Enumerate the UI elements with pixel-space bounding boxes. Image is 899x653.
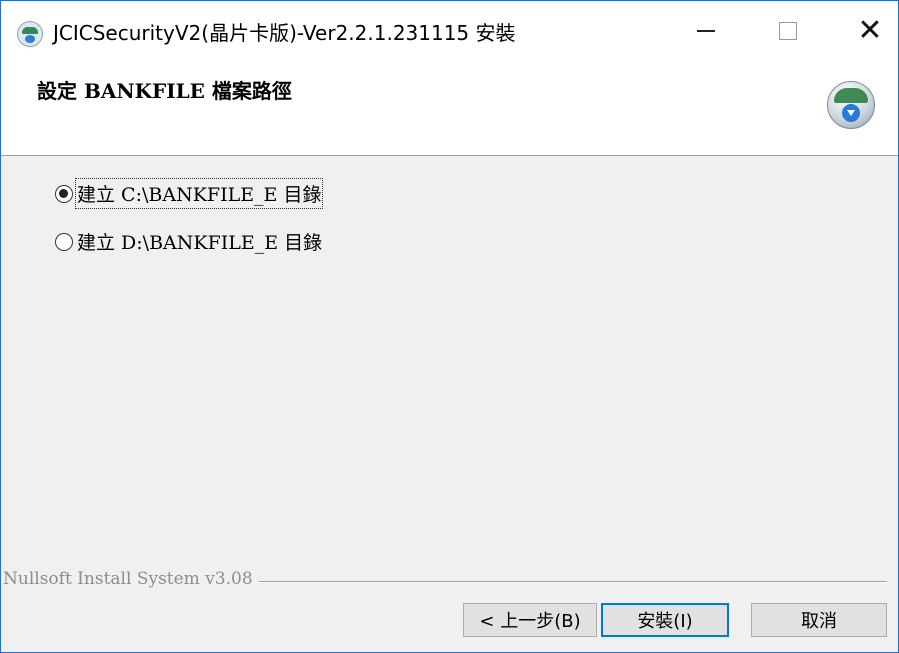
page-header: 設定 BANKFILE 檔案路徑 [1,57,898,156]
close-button[interactable]: ✕ [840,5,898,57]
option-c-drive[interactable]: 建立 C:\BANKFILE_E 目錄 [55,178,324,209]
page-title: 設定 BANKFILE 檔案路徑 [37,79,292,103]
title-bar[interactable]: JCICSecurityV2(晶片卡版)-Ver2.2.1.231115 安裝 … [1,1,898,57]
option-d-drive[interactable]: 建立 D:\BANKFILE_E 目錄 [55,228,322,255]
option-c-label[interactable]: 建立 C:\BANKFILE_E 目錄 [74,178,324,209]
window-title: JCICSecurityV2(晶片卡版)-Ver2.2.1.231115 安裝 [53,21,516,45]
app-icon [17,21,43,47]
maximize-icon [779,22,797,40]
maximize-button[interactable] [758,5,818,57]
installer-window: JCICSecurityV2(晶片卡版)-Ver2.2.1.231115 安裝 … [0,0,899,653]
installer-icon [827,81,875,129]
minimize-icon [697,30,715,32]
radio-button-d[interactable] [55,232,73,251]
minimize-button[interactable] [676,5,736,57]
cancel-button[interactable]: 取消 [751,603,887,637]
options-panel: 建立 C:\BANKFILE_E 目錄 建立 D:\BANKFILE_E 目錄 [1,156,898,536]
install-button[interactable]: 安裝(I) [601,603,729,637]
option-d-label[interactable]: 建立 D:\BANKFILE_E 目錄 [77,228,322,255]
back-button[interactable]: < 上一步(B) [463,603,597,637]
radio-button-c[interactable] [55,184,73,203]
nsis-brand: Nullsoft Install System v3.08 [3,569,259,589]
close-icon: ✕ [857,13,883,48]
